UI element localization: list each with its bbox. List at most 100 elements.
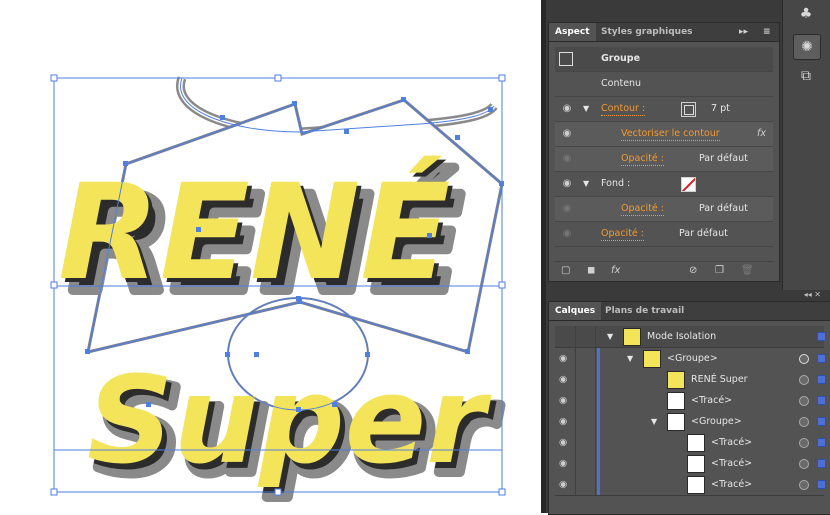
fill-opacity-row[interactable]: ◉ Opacité : Par défaut: [555, 197, 773, 222]
eye-icon[interactable]: ◉: [561, 228, 573, 240]
clear-appearance-icon[interactable]: ⊘: [689, 262, 697, 280]
layer-color-bar: [597, 390, 600, 411]
layers-collapse-icon[interactable]: ◂◂ ✕: [804, 290, 821, 299]
add-fill-icon[interactable]: ◼: [587, 262, 595, 280]
layer-color-bar: [597, 411, 600, 432]
appearance-tabbar: Aspect Styles graphiques ▸▸ ≡: [549, 23, 779, 42]
chevron-down-icon[interactable]: ▼: [583, 97, 589, 121]
artboard-canvas[interactable]: RENÉ RENÉ RENÉ Super Super Super: [0, 0, 541, 513]
target-icon[interactable]: [799, 354, 809, 364]
stroke-row[interactable]: ◉ ▼ Contour : 7 pt: [555, 97, 773, 122]
transform-icon[interactable]: ⧉: [793, 64, 819, 88]
opacity-row[interactable]: ◉ Opacité : Par défaut: [555, 222, 773, 247]
fx-icon[interactable]: fx: [757, 122, 766, 146]
fill-swatch-none[interactable]: [681, 177, 696, 192]
target-icon[interactable]: [799, 459, 809, 469]
svg-text:RENÉ: RENÉ: [58, 155, 450, 310]
selection-square[interactable]: [817, 480, 826, 489]
eye-icon[interactable]: ◉: [561, 128, 573, 140]
fill-opacity-value: Par défaut: [699, 203, 748, 214]
layer-name[interactable]: <Tracé>: [691, 390, 732, 411]
selection-square[interactable]: [817, 332, 826, 341]
panel-icon-strip: ♣ ✺ ⧉: [782, 0, 830, 290]
layer-row[interactable]: ◉ <Tracé>: [555, 453, 826, 475]
target-icon[interactable]: [799, 396, 809, 406]
layer-row[interactable]: ◉ RENÉ Super: [555, 369, 826, 391]
tab-plans-de-travail[interactable]: Plans de travail: [599, 302, 690, 320]
selection-square[interactable]: [817, 375, 826, 384]
chevron-down-icon[interactable]: ▼: [583, 172, 589, 196]
selection-square[interactable]: [817, 417, 826, 426]
layer-row[interactable]: ◉ <Tracé>: [555, 390, 826, 412]
layer-name[interactable]: <Groupe>: [691, 411, 742, 432]
eye-icon[interactable]: ◉: [559, 369, 567, 390]
tab-calques[interactable]: Calques: [549, 302, 602, 320]
stroke-swatch[interactable]: [681, 102, 696, 117]
panel-menu-icon[interactable]: ≡: [757, 23, 777, 41]
add-effect-icon[interactable]: fx: [611, 262, 620, 280]
content-row[interactable]: Contenu: [555, 72, 773, 97]
layer-row[interactable]: ◉ <Tracé>: [555, 432, 826, 454]
duplicate-item-icon[interactable]: ❐: [715, 262, 724, 280]
art-title-rene: RENÉ RENÉ RENÉ: [58, 155, 467, 327]
tab-styles-graphiques[interactable]: Styles graphiques: [595, 23, 699, 41]
layer-thumbnail: [687, 434, 705, 452]
selection-square[interactable]: [817, 354, 826, 363]
layer-row[interactable]: ◉ ▼ <Groupe>: [555, 411, 826, 433]
opacity-label[interactable]: Opacité :: [601, 228, 644, 241]
delete-item-icon[interactable]: 🗑: [741, 262, 754, 280]
stroke-opacity-row[interactable]: ◉ Opacité : Par défaut: [555, 147, 773, 172]
target-icon[interactable]: [799, 375, 809, 385]
club-icon[interactable]: ♣: [793, 2, 819, 26]
eye-icon[interactable]: ◉: [559, 390, 567, 411]
eye-icon[interactable]: ◉: [561, 153, 573, 165]
layer-name[interactable]: <Tracé>: [711, 453, 752, 474]
layer-row[interactable]: ▼ Mode Isolation: [555, 326, 826, 348]
layer-color-bar: [597, 432, 600, 453]
eye-icon[interactable]: ◉: [561, 178, 573, 190]
layer-thumbnail: [623, 328, 641, 346]
layer-color-bar: [597, 369, 600, 390]
fill-opacity-label[interactable]: Opacité :: [621, 203, 664, 216]
appearance-icon[interactable]: ✺: [793, 34, 821, 60]
vectorize-row[interactable]: ◉ Vectoriser le contour fx: [555, 122, 773, 147]
eye-icon[interactable]: ◉: [559, 474, 567, 495]
selection-square[interactable]: [817, 396, 826, 405]
stroke-opacity-label[interactable]: Opacité :: [621, 153, 664, 166]
eye-icon[interactable]: ◉: [561, 203, 573, 215]
stroke-opacity-value: Par défaut: [699, 153, 748, 164]
fill-label: Fond :: [601, 178, 631, 189]
layer-row[interactable]: ◉ <Tracé>: [555, 474, 826, 496]
layer-name[interactable]: Mode Isolation: [647, 326, 716, 347]
tab-aspect[interactable]: Aspect: [549, 23, 596, 41]
layer-row[interactable]: ◉ ▼ <Groupe>: [555, 348, 826, 370]
appearance-footer: ▢ ◼ fx ⊘ ❐ 🗑: [555, 261, 773, 280]
layer-thumbnail: [667, 413, 685, 431]
stroke-label[interactable]: Contour :: [601, 103, 646, 116]
dock-divider[interactable]: [541, 0, 546, 513]
stroke-weight-value[interactable]: 7 pt: [711, 97, 730, 121]
eye-icon[interactable]: ◉: [559, 432, 567, 453]
eye-icon[interactable]: ◉: [559, 453, 567, 474]
layer-thumbnail: [667, 392, 685, 410]
layer-name[interactable]: RENÉ Super: [691, 369, 748, 390]
target-icon[interactable]: [799, 438, 809, 448]
selection-square[interactable]: [817, 459, 826, 468]
layer-name[interactable]: <Tracé>: [711, 432, 752, 453]
chevron-down-icon[interactable]: ▼: [607, 326, 613, 347]
selection-square[interactable]: [817, 438, 826, 447]
layer-name[interactable]: <Tracé>: [711, 474, 752, 495]
eye-icon[interactable]: ◉: [559, 348, 567, 369]
target-icon[interactable]: [799, 417, 809, 427]
eye-icon[interactable]: ◉: [561, 103, 573, 115]
vectorize-label[interactable]: Vectoriser le contour: [621, 128, 720, 141]
chevron-down-icon[interactable]: ▼: [651, 411, 657, 432]
eye-icon[interactable]: ◉: [559, 411, 567, 432]
fill-row[interactable]: ◉ ▼ Fond :: [555, 172, 773, 197]
add-stroke-icon[interactable]: ▢: [561, 262, 570, 280]
layer-name[interactable]: <Groupe>: [667, 348, 718, 369]
panel-collapse-icon[interactable]: ▸▸: [733, 23, 754, 41]
layers-panel: ◂◂ ✕ Calques Plans de travail ▼ Mode Iso…: [548, 290, 830, 515]
target-icon[interactable]: [799, 480, 809, 490]
chevron-down-icon[interactable]: ▼: [627, 348, 633, 369]
